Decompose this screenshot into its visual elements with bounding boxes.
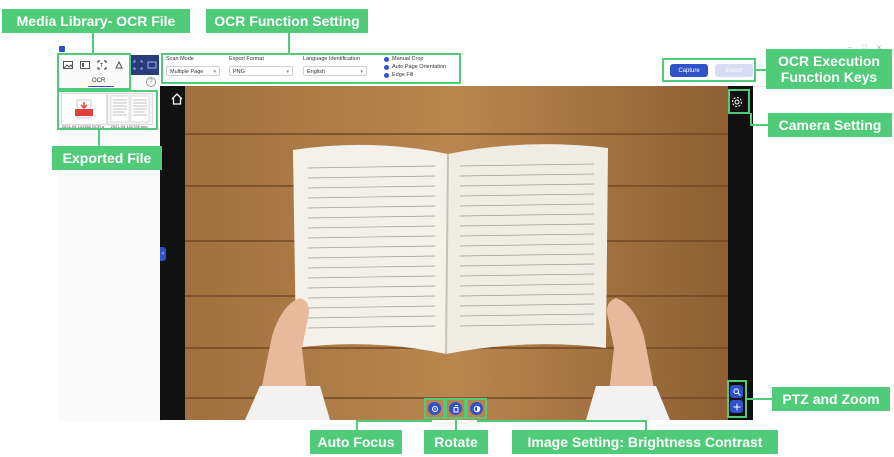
image-setting-highlight (466, 398, 487, 419)
connector-line (756, 69, 766, 71)
callout-rotate: Rotate (424, 430, 488, 454)
ptz-zoom-highlight (727, 380, 747, 418)
media-library-highlight (57, 53, 131, 90)
home-icon[interactable] (170, 92, 184, 111)
capture-tab-icon[interactable] (132, 59, 144, 71)
callout-ptz-zoom: PTZ and Zoom (772, 387, 890, 411)
help-icon[interactable]: ? (146, 77, 156, 87)
callout-ocr-function-setting: OCR Function Setting (206, 9, 368, 33)
connector-line (747, 398, 772, 400)
ocr-settings-highlight (161, 53, 461, 84)
callout-image-setting: Image Setting: Brightness Contrast (512, 430, 778, 454)
connector-line (750, 113, 752, 125)
connector-line (645, 420, 647, 430)
callout-auto-focus: Auto Focus (310, 430, 402, 454)
ocr-execution-highlight (662, 58, 756, 82)
exported-file-highlight (57, 90, 158, 130)
connector-line (92, 33, 94, 53)
folder-icon[interactable] (146, 59, 158, 71)
camera-preview[interactable] (160, 86, 753, 420)
rotate-highlight (445, 398, 466, 419)
book-photo (160, 86, 753, 420)
connector-line (98, 130, 100, 146)
connector-line (750, 124, 768, 126)
connector-line (288, 32, 290, 53)
connector-line (477, 420, 647, 422)
auto-focus-highlight (424, 398, 445, 419)
callout-media-library: Media Library- OCR File (2, 9, 190, 33)
connector-line (356, 420, 432, 422)
callout-camera-setting: Camera Setting (768, 113, 892, 137)
app-logo (59, 46, 65, 52)
callout-exported-file: Exported File (52, 146, 162, 170)
callout-ocr-execution-keys: OCR Execution Function Keys (766, 49, 892, 89)
camera-setting-highlight (728, 89, 750, 114)
sidebar-collapse-handle[interactable]: ‹ (160, 247, 166, 261)
